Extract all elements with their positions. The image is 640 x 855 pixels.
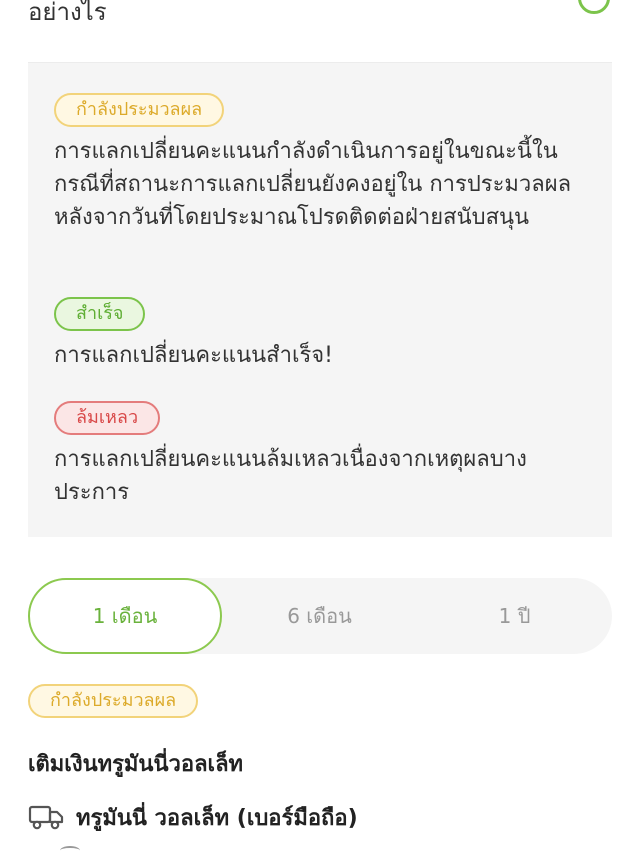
check-circle-icon[interactable] xyxy=(578,0,610,14)
status-badge: กำลังประมวลผล xyxy=(28,684,199,718)
status-failed-description: การแลกเปลี่ยนคะแนนล้มเหลวเนื่องจากเหตุผล… xyxy=(54,447,527,505)
status-success-block: สำเร็จ การแลกเปลี่ยนคะแนนสำเร็จ! xyxy=(54,297,594,372)
page-title: อย่างไร xyxy=(28,0,107,26)
status-failed-block: ล้มเหลว การแลกเปลี่ยนคะแนนล้มเหลวเนื่องจ… xyxy=(54,401,594,509)
period-tabs: 1 เดือน 6 เดือน 1 ปี xyxy=(28,578,612,654)
status-badge-processing: กำลังประมวลผล xyxy=(54,93,225,127)
status-success-description: การแลกเปลี่ยนคะแนนสำเร็จ! xyxy=(54,343,333,368)
transaction-title: เติมเงินทรูมันนี่วอลเล็ท xyxy=(28,752,244,777)
wallet-label: ทรูมันนี่ วอลเล็ท (เบอร์มือถือ) xyxy=(76,805,358,831)
status-processing-block: กำลังประมวลผล การแลกเปลี่ยนคะแนนกำลังดำเ… xyxy=(54,93,594,234)
status-badge-success: สำเร็จ xyxy=(54,297,146,331)
truck-icon xyxy=(28,805,64,830)
status-badge-failed: ล้มเหลว xyxy=(54,401,161,435)
status-processing-description: การแลกเปลี่ยนคะแนนกำลังดำเนินการอยู่ในขณ… xyxy=(54,139,572,230)
transaction-status: กำลังประมวลผล xyxy=(28,684,199,718)
tab-1-year[interactable]: 1 ปี xyxy=(417,578,612,654)
status-info-panel: กำลังประมวลผล การแลกเปลี่ยนคะแนนกำลังดำเ… xyxy=(28,62,612,537)
partial-text xyxy=(60,846,80,855)
tab-1-month[interactable]: 1 เดือน xyxy=(28,578,222,654)
tab-6-months[interactable]: 6 เดือน xyxy=(222,578,417,654)
transaction-wallet-row: ทรูมันนี่ วอลเล็ท (เบอร์มือถือ) xyxy=(28,800,358,834)
